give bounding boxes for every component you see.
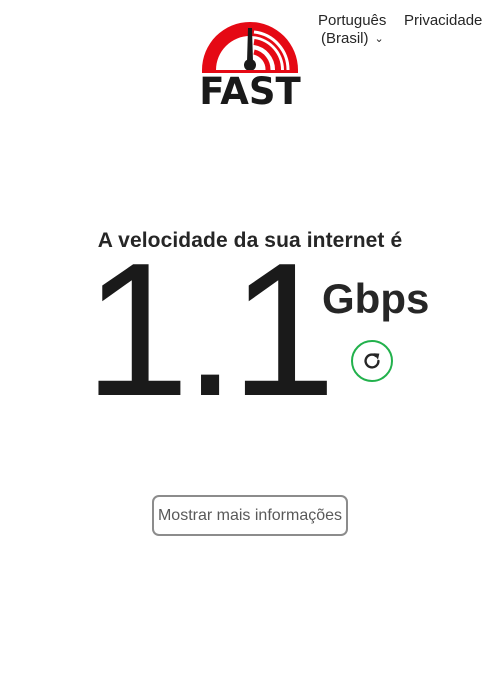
- refresh-icon: [364, 353, 380, 369]
- privacy-link[interactable]: Privacidade: [404, 12, 482, 30]
- refresh-button[interactable]: [351, 340, 393, 382]
- language-label-line2-wrapper: (Brasil) ⌄: [318, 30, 386, 48]
- show-more-info-button[interactable]: Mostrar mais informações: [152, 495, 348, 536]
- speedometer-logo-icon: [202, 22, 298, 73]
- language-label-line1: Português: [318, 12, 387, 29]
- speed-value: 1.1: [84, 224, 336, 436]
- language-label-line2: (Brasil): [321, 30, 369, 47]
- speed-unit: Gbps: [322, 275, 430, 322]
- logo-text: FAST: [199, 70, 301, 113]
- language-selector[interactable]: Português (Brasil) ⌄: [318, 12, 386, 48]
- fast-speed-test-page: FAST Português (Brasil) ⌄ Privacidade A v…: [0, 0, 500, 677]
- chevron-down-icon: ⌄: [374, 33, 384, 45]
- fast-logo[interactable]: FAST: [198, 14, 302, 112]
